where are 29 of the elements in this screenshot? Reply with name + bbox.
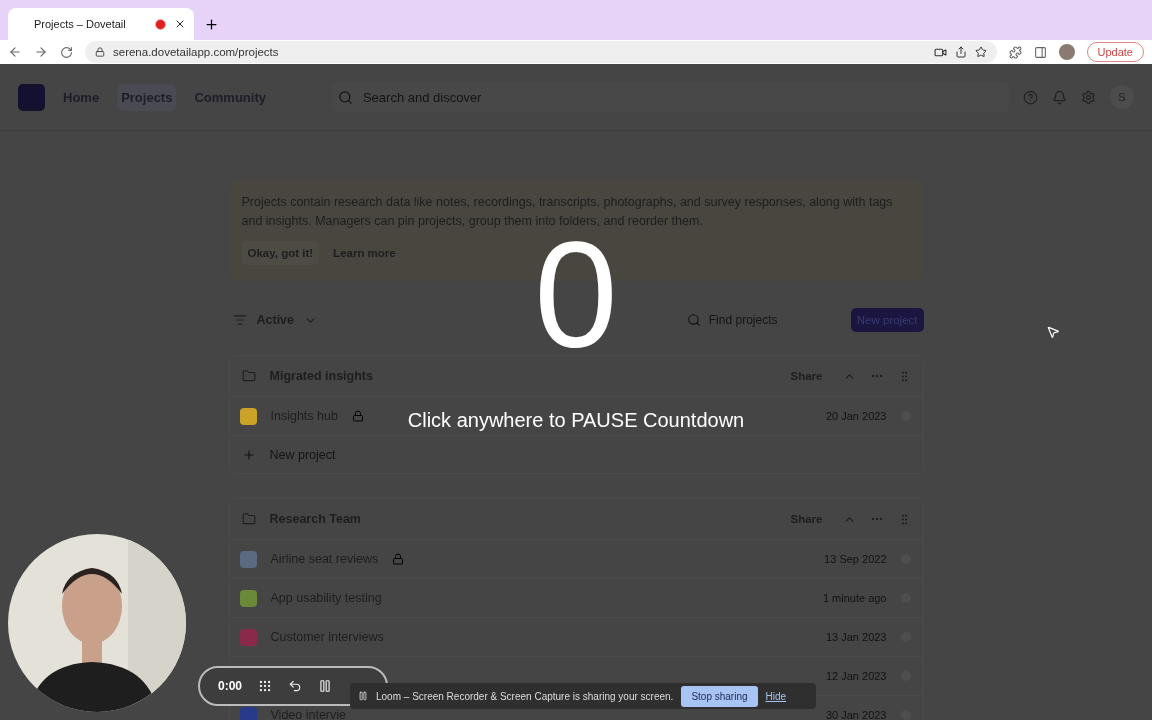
- pause-icon: [358, 691, 368, 701]
- reload-icon[interactable]: [60, 45, 73, 59]
- extensions-icon[interactable]: [1008, 45, 1022, 59]
- close-icon[interactable]: [174, 18, 186, 30]
- folder-icon: [241, 369, 256, 383]
- side-panel-icon[interactable]: [1033, 45, 1047, 59]
- browser-tab[interactable]: Projects – Dovetail: [8, 8, 194, 40]
- stop-sharing-button[interactable]: Stop sharing: [681, 685, 758, 707]
- search-icon: [686, 313, 701, 327]
- countdown-hint: Click anywhere to PAUSE Countdown: [407, 409, 745, 432]
- back-icon[interactable]: [8, 45, 22, 59]
- pause-icon[interactable]: [318, 679, 333, 693]
- grid-icon[interactable]: [258, 679, 273, 693]
- update-button[interactable]: Update: [1086, 42, 1144, 62]
- folder-icon: [241, 512, 256, 526]
- lock-icon: [95, 47, 105, 57]
- profile-avatar[interactable]: [1058, 44, 1075, 60]
- plus-icon: [241, 447, 256, 462]
- new-tab-icon[interactable]: [204, 17, 219, 32]
- bookmark-icon[interactable]: [974, 46, 987, 58]
- address-bar[interactable]: serena.dovetailapp.com/projects: [85, 41, 997, 63]
- undo-icon[interactable]: [288, 679, 303, 693]
- forward-icon[interactable]: [34, 45, 48, 59]
- share-icon[interactable]: [954, 46, 967, 58]
- search-icon: [337, 89, 353, 105]
- countdown-number: 0: [534, 225, 618, 365]
- url-text: serena.dovetailapp.com/projects: [113, 46, 280, 58]
- list-icon: [232, 313, 247, 327]
- cursor-icon: [1046, 325, 1060, 339]
